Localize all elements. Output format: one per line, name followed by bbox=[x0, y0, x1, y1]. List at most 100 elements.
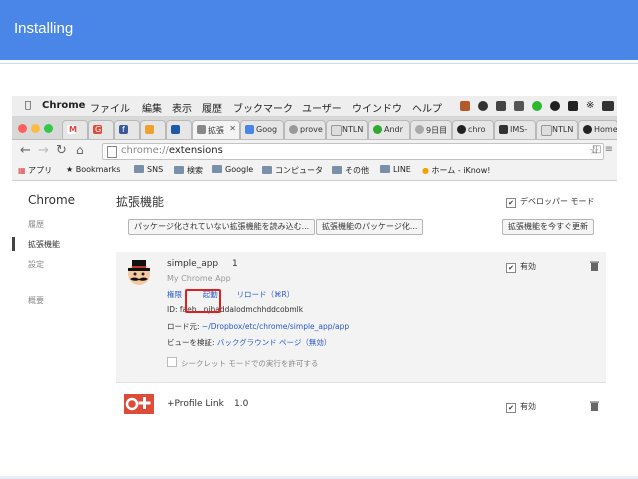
wifi-icon[interactable] bbox=[602, 101, 614, 111]
bookmark-search[interactable]: 検索 bbox=[174, 165, 203, 176]
menu-history[interactable]: 履歴 bbox=[202, 100, 222, 115]
reload-icon[interactable]: ↻ bbox=[56, 143, 67, 158]
page-icon bbox=[107, 146, 117, 158]
tab-prove[interactable]: prove bbox=[284, 120, 326, 139]
tab-home[interactable]: Home bbox=[578, 120, 617, 139]
menu-window[interactable]: ウインドウ bbox=[352, 100, 402, 115]
menu-user[interactable]: ユーザー bbox=[302, 100, 342, 115]
menu-chrome[interactable]: Chrome bbox=[42, 100, 85, 111]
github-icon bbox=[457, 125, 466, 134]
slide-divider bbox=[0, 63, 638, 64]
checkbox-checked-icon[interactable]: ✔ bbox=[506, 198, 516, 208]
tab-android[interactable]: Andr bbox=[368, 120, 410, 139]
permissions-link[interactable]: 権限 bbox=[167, 290, 182, 299]
tab-mail[interactable] bbox=[140, 120, 166, 139]
tab-ntln[interactable]: NTLN bbox=[326, 120, 368, 139]
bookmark-sns[interactable]: SNS bbox=[134, 165, 163, 174]
update-extensions-button[interactable]: 拡張機能を今すぐ更新 bbox=[502, 219, 594, 235]
bookmark-computer[interactable]: コンピュータ bbox=[262, 165, 323, 176]
menu-file[interactable]: ファイル bbox=[90, 100, 130, 115]
sidebar-item-history[interactable]: 履歴 bbox=[28, 219, 44, 230]
browser-toolbar: ← → ↻ ⌂ chrome://extensions ☆ bbox=[12, 140, 617, 163]
address-bar[interactable]: chrome://extensions ☆ bbox=[102, 143, 604, 160]
forward-arrow-icon[interactable]: → bbox=[38, 143, 49, 158]
menu-help[interactable]: ヘルプ bbox=[412, 100, 442, 115]
url-path: extensions bbox=[168, 145, 223, 156]
sidebar-item-settings[interactable]: 設定 bbox=[28, 259, 44, 270]
reload-link[interactable]: リロード（⌘R） bbox=[237, 290, 295, 299]
load-path-link[interactable]: ~/Dropbox/etc/chrome/simple_app/app bbox=[202, 322, 349, 331]
extension-load-path: ロード元: ~/Dropbox/etc/chrome/simple_app/ap… bbox=[167, 322, 350, 331]
tab-github[interactable]: chro bbox=[452, 120, 494, 139]
mail-icon bbox=[145, 125, 154, 134]
page-icon bbox=[331, 125, 342, 136]
extensions-sidebar: Chrome 履歴 拡張機能 設定 概要 bbox=[12, 181, 112, 414]
back-arrow-icon[interactable]: ← bbox=[20, 143, 31, 158]
window-icon[interactable]: ◫ ≡ bbox=[592, 144, 613, 155]
app-icon bbox=[171, 125, 180, 134]
bookmark-line[interactable]: LINE bbox=[380, 165, 411, 174]
page-icon bbox=[415, 125, 424, 134]
line-icon[interactable] bbox=[532, 101, 542, 111]
browser-screenshot:  Chrome ファイル 編集 表示 履歴 ブックマーク ユーザー ウインドウ… bbox=[12, 96, 617, 414]
dropbox-icon[interactable] bbox=[496, 101, 506, 111]
bookmark-bookmarks[interactable]: ★ Bookmarks bbox=[66, 165, 120, 174]
sidebar-item-extensions[interactable]: 拡張機能 bbox=[28, 239, 60, 250]
window-zoom-icon[interactable] bbox=[44, 124, 53, 133]
bluetooth-icon[interactable]: ※ bbox=[586, 100, 594, 111]
apps-grid-icon: ▦ bbox=[18, 166, 26, 175]
status-icon[interactable] bbox=[568, 101, 578, 111]
bookmark-google[interactable]: Google bbox=[212, 165, 253, 174]
tab-ims[interactable]: IMS- bbox=[494, 120, 536, 139]
tab-blue-app[interactable] bbox=[166, 120, 192, 139]
menu-view[interactable]: 表示 bbox=[172, 100, 192, 115]
folder-icon bbox=[174, 166, 184, 174]
tab-facebook[interactable]: f bbox=[114, 120, 140, 139]
pack-extension-button[interactable]: 拡張機能のパッケージ化... bbox=[316, 219, 424, 235]
trash-icon[interactable] bbox=[590, 401, 599, 411]
tab-google-plus[interactable]: G bbox=[88, 120, 114, 139]
extension-inspect-views: ビューを検証: バックグラウンド ページ（無効） bbox=[167, 338, 332, 347]
menu-edit[interactable]: 編集 bbox=[142, 100, 162, 115]
bookmark-apps[interactable]: ▦ アプリ bbox=[18, 165, 52, 176]
menu-bookmarks[interactable]: ブックマーク bbox=[233, 100, 293, 115]
page-icon bbox=[541, 125, 552, 136]
bookmark-iknow[interactable]: ● ホーム - iKnow! bbox=[422, 165, 490, 176]
iknow-icon: ● bbox=[422, 166, 429, 175]
extension-version: 1.0 bbox=[234, 399, 249, 409]
checkbox-checked-icon[interactable]: ✔ bbox=[506, 263, 516, 273]
developer-mode-toggle[interactable]: ✔ デベロッパー モード bbox=[506, 196, 595, 208]
star-icon: ★ bbox=[66, 165, 74, 174]
status-icon[interactable] bbox=[478, 101, 488, 111]
tab-extensions[interactable]: 拡張 ✕ bbox=[192, 120, 240, 139]
checkbox-icon[interactable] bbox=[167, 357, 177, 367]
incognito-toggle[interactable]: シークレット モードでの実行を許可する bbox=[167, 357, 318, 369]
status-icon[interactable] bbox=[460, 101, 470, 111]
page-icon bbox=[499, 125, 508, 134]
checkbox-checked-icon[interactable]: ✔ bbox=[506, 403, 516, 413]
launch-highlight-box bbox=[185, 289, 221, 313]
sidebar-item-about[interactable]: 概要 bbox=[28, 295, 44, 306]
tab-ntln-2[interactable]: NTLN bbox=[536, 120, 578, 139]
load-unpacked-button[interactable]: パッケージ化されていない拡張機能を読み込む... bbox=[128, 219, 316, 235]
status-icon[interactable] bbox=[514, 101, 524, 111]
close-tab-icon[interactable]: ✕ bbox=[229, 124, 236, 133]
folder-icon bbox=[262, 166, 272, 174]
extension-enabled-toggle[interactable]: ✔ 有効 bbox=[506, 261, 536, 273]
page-icon bbox=[245, 125, 254, 134]
tab-gmail[interactable]: M bbox=[62, 120, 88, 139]
tab-9days[interactable]: 9日目 bbox=[410, 120, 452, 139]
status-icon[interactable] bbox=[550, 101, 560, 111]
trash-icon[interactable] bbox=[590, 261, 599, 271]
extension-enabled-toggle[interactable]: ✔ 有効 bbox=[506, 401, 536, 413]
background-page-link[interactable]: バックグラウンド ページ（無効） bbox=[217, 338, 331, 347]
window-close-icon[interactable] bbox=[18, 124, 27, 133]
mac-menubar:  Chrome ファイル 編集 表示 履歴 ブックマーク ユーザー ウインドウ… bbox=[12, 96, 617, 117]
apple-icon[interactable]:  bbox=[25, 100, 31, 111]
home-icon[interactable]: ⌂ bbox=[76, 143, 84, 157]
window-minimize-icon[interactable] bbox=[31, 124, 40, 133]
bookmark-other[interactable]: その他 bbox=[332, 165, 369, 176]
extension-version: 1 bbox=[232, 259, 238, 269]
tab-google[interactable]: Goog bbox=[240, 120, 284, 139]
bookmarks-bar: ▦ アプリ ★ Bookmarks SNS 検索 Google コンピュータ そ… bbox=[12, 162, 617, 181]
